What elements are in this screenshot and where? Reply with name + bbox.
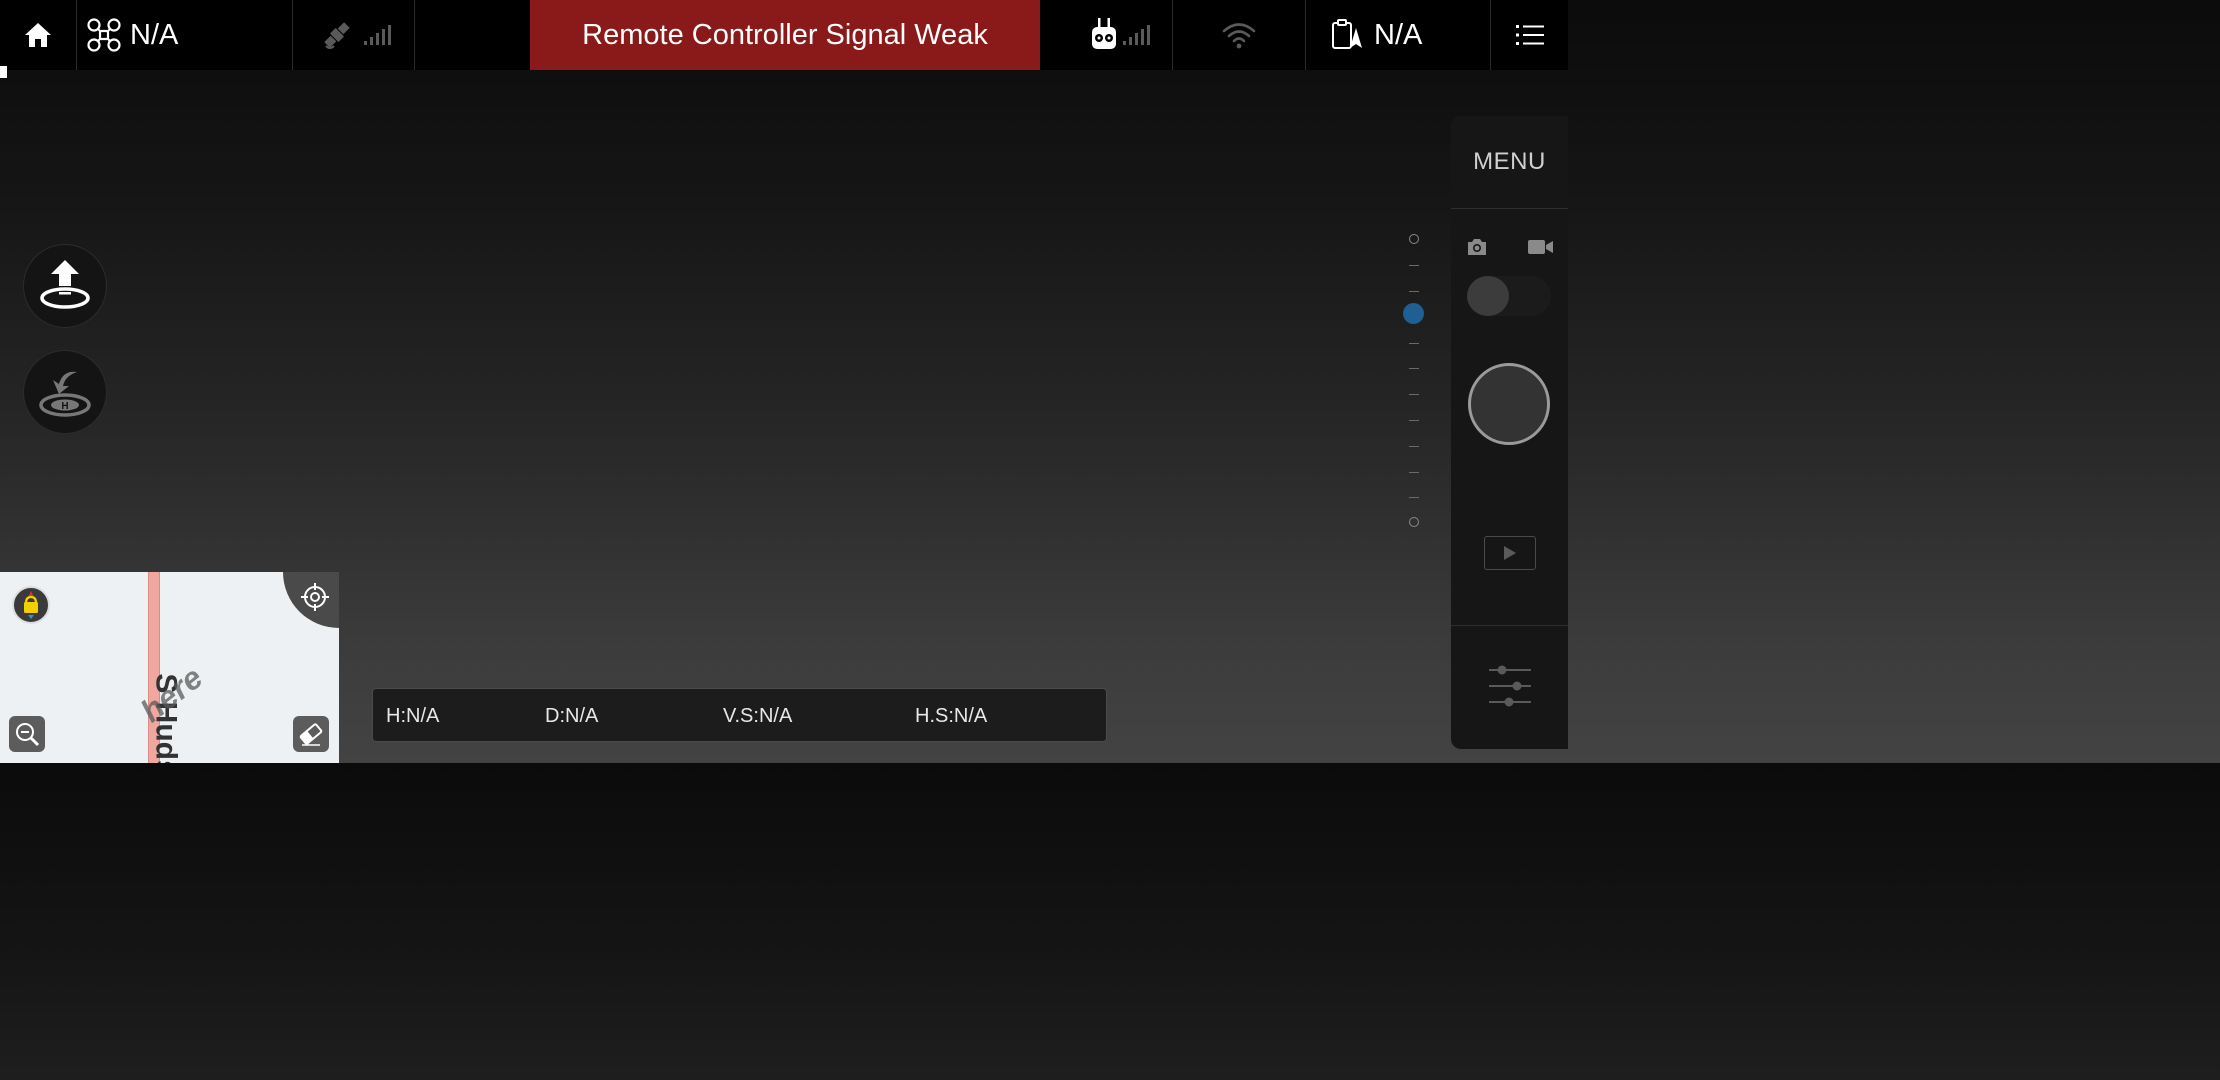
warning-banner[interactable]: Remote Controller Signal Weak [530, 0, 1040, 70]
gps-signal-bars [363, 25, 391, 45]
return-home-button[interactable]: H [23, 350, 107, 434]
zoom-out-icon [16, 723, 40, 747]
camera-icon[interactable] [1466, 238, 1488, 256]
flight-mode[interactable]: N/A [1330, 0, 1490, 70]
map-zoom-out-button[interactable] [9, 716, 45, 752]
remote-signal[interactable] [1070, 0, 1170, 70]
scale-knob[interactable] [1403, 303, 1424, 324]
scale-top-ring [1409, 234, 1419, 244]
scale-bottom-ring [1409, 517, 1419, 527]
map-lock-button[interactable] [12, 586, 50, 624]
settings-list-button[interactable] [1491, 0, 1568, 70]
horizontal-speed-readout: H.S:N/A [915, 705, 988, 727]
checklist-icon [1332, 19, 1362, 49]
wifi-icon [1222, 23, 1255, 49]
scale-tick [1409, 265, 1419, 266]
camera-menu-button[interactable]: MENU [1451, 116, 1568, 208]
wifi-status[interactable] [1173, 0, 1304, 70]
distance-readout: D:N/A [545, 705, 599, 727]
gps-status[interactable] [300, 0, 410, 70]
aircraft-status-text: N/A [130, 18, 179, 51]
drone-icon [87, 18, 121, 52]
warning-text: Remote Controller Signal Weak [582, 18, 988, 51]
video-icon[interactable] [1528, 239, 1554, 255]
sliders-icon[interactable] [1487, 664, 1533, 708]
return-home-icon: H [39, 371, 91, 417]
scale-tick [1409, 368, 1419, 369]
home-button[interactable] [0, 0, 76, 70]
play-icon [1504, 546, 1516, 560]
vertical-speed-readout: V.S:N/A [723, 705, 793, 727]
takeoff-button[interactable] [23, 244, 107, 328]
compass-lock-icon [24, 591, 38, 619]
scale-tick [1409, 291, 1419, 292]
height-readout: H:N/A [386, 705, 440, 727]
mini-map[interactable]: S Huds here [0, 572, 339, 763]
panel-divider [1451, 625, 1568, 626]
scale-tick [1409, 343, 1419, 344]
scale-tick [1409, 472, 1419, 473]
toggle-knob [1467, 276, 1509, 316]
scale-tick [1409, 394, 1419, 395]
panel-divider [1451, 208, 1568, 209]
remote-signal-bars [1122, 25, 1150, 45]
photo-video-toggle[interactable] [1467, 276, 1551, 316]
top-status-bar: N/A Remote Controller Signal Weak N/A [0, 0, 1568, 70]
scale-tick [1409, 446, 1419, 447]
playback-button[interactable] [1484, 536, 1536, 570]
eraser-icon [299, 723, 323, 746]
aircraft-status[interactable]: N/A [86, 0, 286, 70]
scale-tick [1409, 497, 1419, 498]
takeoff-icon [40, 260, 90, 309]
svg-text:H: H [61, 401, 68, 412]
scale-tick [1409, 420, 1419, 421]
camera-panel: MENU [1451, 116, 1568, 749]
remote-controller-icon [1091, 18, 1116, 49]
recenter-icon [301, 583, 329, 611]
flight-mode-text: N/A [1374, 18, 1423, 51]
shutter-button[interactable] [1468, 363, 1550, 445]
map-clear-button[interactable] [293, 716, 329, 752]
edge-marker [0, 66, 7, 78]
satellite-icon [323, 22, 350, 49]
list-menu-icon [1515, 25, 1544, 45]
home-icon [25, 23, 51, 47]
telemetry-bar: H:N/A D:N/A V.S:N/A H.S:N/A [372, 688, 1107, 742]
